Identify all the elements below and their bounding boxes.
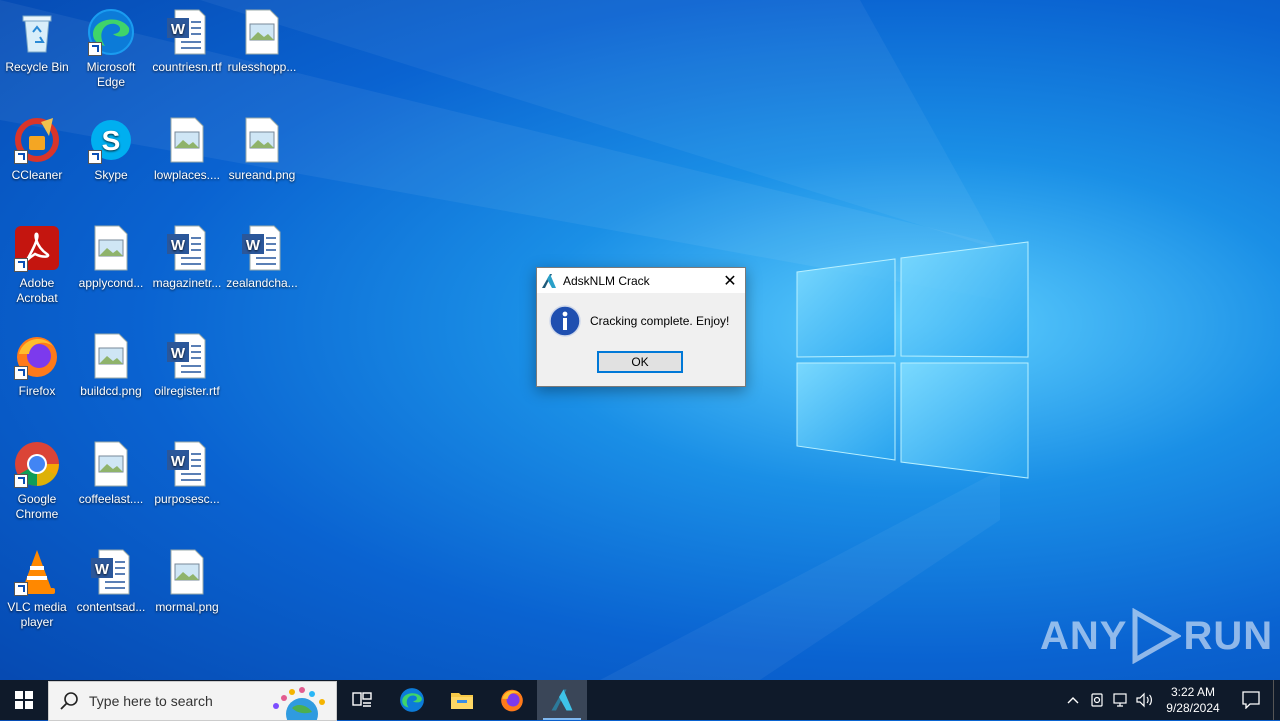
desktop-icon-mormal[interactable]: mormal.png xyxy=(150,548,224,615)
recycle-bin-icon xyxy=(22,15,52,53)
taskbar-edge-button[interactable] xyxy=(387,680,437,720)
taskbar-firefox-button[interactable] xyxy=(487,680,537,720)
word-doc-icon: W xyxy=(167,441,206,487)
file-explorer-icon xyxy=(451,693,473,709)
desktop-icon-purposesc[interactable]: W purposesc... xyxy=(150,440,224,507)
action-center-button[interactable] xyxy=(1229,680,1273,720)
desktop-icon-recycle-bin[interactable]: Recycle Bin xyxy=(0,8,74,75)
desktop-icon-coffeelast[interactable]: coffeelast.... xyxy=(74,440,148,507)
svg-text:W: W xyxy=(171,237,186,254)
desktop-icon-buildcd[interactable]: buildcd.png xyxy=(74,332,148,399)
word-doc-icon: W xyxy=(91,549,130,595)
svg-text:S: S xyxy=(102,125,121,156)
image-file-icon xyxy=(245,9,279,55)
image-file-icon xyxy=(170,117,204,163)
tray-volume-button[interactable] xyxy=(1133,680,1157,720)
dialog-message: Cracking complete. Enjoy! xyxy=(590,314,730,328)
device-icon xyxy=(1091,693,1103,707)
dialog-titlebar[interactable]: AdskNLM Crack ✕ xyxy=(537,268,745,293)
chevron-up-icon xyxy=(1067,697,1079,704)
task-view-button[interactable] xyxy=(337,680,387,720)
clock-date: 9/28/2024 xyxy=(1166,701,1220,715)
clock-time: 3:22 AM xyxy=(1170,685,1216,699)
taskbar-adsknlm-button[interactable] xyxy=(537,680,587,720)
shortcut-arrow-icon xyxy=(14,258,28,272)
system-tray: 3:22 AM 9/28/2024 xyxy=(1061,680,1280,720)
dialog-close-button[interactable]: ✕ xyxy=(715,268,745,293)
notification-icon xyxy=(1242,691,1260,709)
desktop-icon-ccleaner[interactable]: CCleaner xyxy=(0,116,74,183)
desktop-icon-firefox[interactable]: Firefox xyxy=(0,332,74,399)
desktop-icon-sureand[interactable]: sureand.png xyxy=(225,116,299,183)
shortcut-arrow-icon xyxy=(14,150,28,164)
info-icon xyxy=(549,305,581,337)
desktop-icon-rulesshopp[interactable]: rulesshopp... xyxy=(225,8,299,75)
taskbar: 3:22 AM 9/28/2024 xyxy=(0,680,1280,721)
search-icon xyxy=(60,691,78,710)
word-doc-icon: W xyxy=(242,225,281,271)
taskbar-file-explorer-button[interactable] xyxy=(437,680,487,720)
shortcut-arrow-icon xyxy=(88,42,102,56)
shortcut-arrow-icon xyxy=(14,366,28,380)
desktop-icon-adobe-acrobat[interactable]: Adobe Acrobat xyxy=(0,224,74,306)
desktop-icon-lowplaces[interactable]: lowplaces.... xyxy=(150,116,224,183)
word-doc-icon: W xyxy=(167,333,206,379)
search-input[interactable] xyxy=(87,691,261,710)
image-file-icon xyxy=(94,333,128,379)
desktop-icon-vlc[interactable]: VLC media player xyxy=(0,548,74,630)
volume-icon xyxy=(1136,692,1152,708)
taskbar-clock[interactable]: 3:22 AM 9/28/2024 xyxy=(1157,684,1229,716)
tray-overflow-button[interactable] xyxy=(1061,680,1085,720)
desktop-icon-microsoft-edge[interactable]: Microsoft Edge xyxy=(74,8,148,90)
desktop-icon-magazinetr[interactable]: W magazinetr... xyxy=(150,224,224,291)
desktop-icon-oilregister[interactable]: W oilregister.rtf xyxy=(150,332,224,399)
desktop-icon-contentsad[interactable]: W contentsad... xyxy=(74,548,148,615)
dialog-title: AdskNLM Crack xyxy=(563,273,650,288)
edge-icon xyxy=(400,688,424,712)
image-file-icon xyxy=(94,225,128,271)
autodesk-icon xyxy=(551,689,573,711)
desktop-icon-zealandcha[interactable]: W zealandcha... xyxy=(225,224,299,291)
tray-network-button[interactable] xyxy=(1109,680,1133,720)
svg-text:W: W xyxy=(171,345,186,362)
svg-text:W: W xyxy=(171,21,186,38)
ok-button[interactable]: OK xyxy=(597,351,683,373)
taskbar-search-box[interactable] xyxy=(48,680,337,721)
svg-text:W: W xyxy=(95,561,110,578)
search-highlight-icon xyxy=(273,686,325,720)
task-view-icon xyxy=(352,692,372,707)
tray-device-button[interactable] xyxy=(1085,680,1109,720)
start-button[interactable] xyxy=(0,680,48,720)
word-doc-icon: W xyxy=(167,225,206,271)
svg-text:W: W xyxy=(171,453,186,470)
desktop-icon-countriesn[interactable]: W countriesn.rtf xyxy=(150,8,224,75)
play-logo-icon xyxy=(1132,608,1182,664)
desktop-icon-skype[interactable]: S Skype xyxy=(74,116,148,183)
windows-start-icon xyxy=(15,691,33,709)
autodesk-icon xyxy=(542,273,556,288)
svg-text:W: W xyxy=(246,237,261,254)
shortcut-arrow-icon xyxy=(14,474,28,488)
image-file-icon xyxy=(94,441,128,487)
image-file-icon xyxy=(245,117,279,163)
firefox-icon xyxy=(501,689,523,712)
image-file-icon xyxy=(170,549,204,595)
network-icon xyxy=(1113,693,1127,707)
shortcut-arrow-icon xyxy=(88,150,102,164)
desktop-icon-google-chrome[interactable]: Google Chrome xyxy=(0,440,74,522)
anyrun-watermark: ANY RUN xyxy=(1040,608,1273,664)
shortcut-arrow-icon xyxy=(14,582,28,596)
desktop-icon-applycond[interactable]: applycond... xyxy=(74,224,148,291)
message-dialog: AdskNLM Crack ✕ Cracking complete. Enjoy… xyxy=(536,267,746,387)
word-doc-icon: W xyxy=(167,9,206,55)
show-desktop-button[interactable] xyxy=(1273,680,1280,720)
